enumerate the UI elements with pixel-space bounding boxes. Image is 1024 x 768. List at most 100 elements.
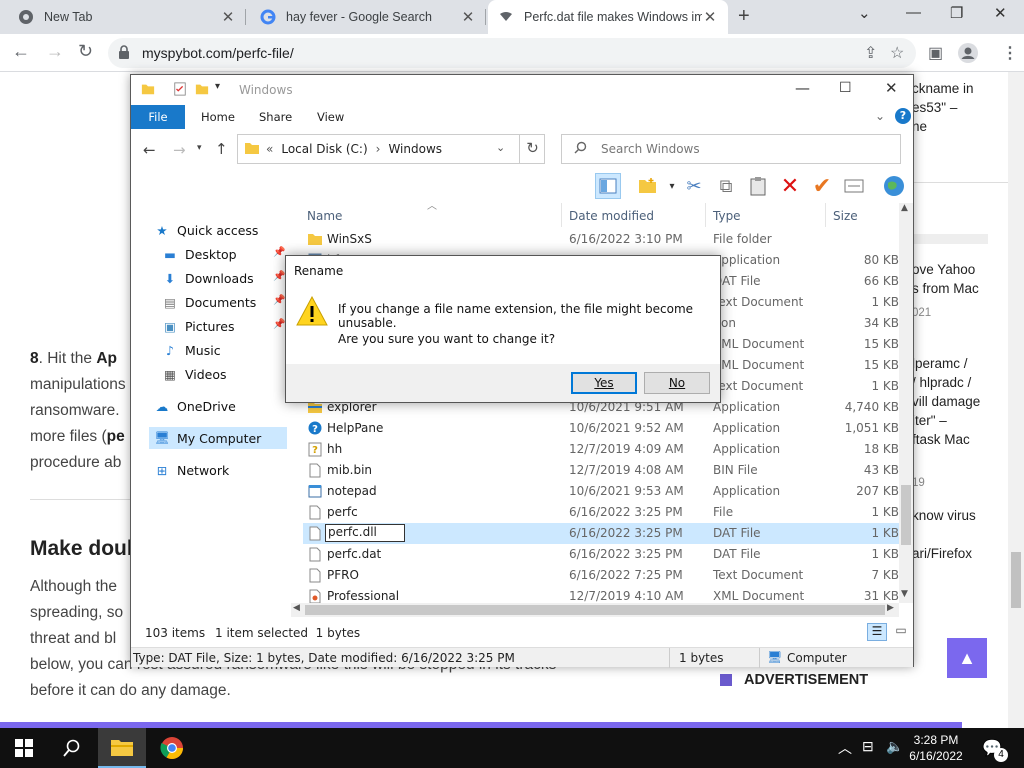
back-icon[interactable]: ←: [12, 41, 30, 62]
side-panel-icon[interactable]: ▣: [928, 43, 943, 63]
network-icon[interactable]: ⊟: [862, 738, 874, 755]
column-divider[interactable]: [561, 203, 562, 227]
sidebar-link[interactable]: es53" –: [912, 98, 957, 117]
search-input[interactable]: Search Windows: [561, 134, 901, 164]
nav-my-computer[interactable]: 🖥 My Computer: [149, 427, 287, 449]
chevron-up-icon[interactable]: ︿: [838, 738, 852, 758]
tab-google-search[interactable]: hay fever - Google Search ✕: [250, 0, 486, 34]
recent-locations-icon[interactable]: ▾: [197, 143, 202, 153]
file-row[interactable]: perfc.dat 6/16/2022 3:25 PM DAT File 1 KB: [303, 544, 899, 565]
pin-icon[interactable]: 📌: [273, 319, 285, 330]
maximize-icon[interactable]: ☐: [839, 80, 852, 96]
yes-button[interactable]: Yes: [571, 372, 637, 394]
file-row[interactable]: perfc 6/16/2022 3:25 PM File 1 KB: [303, 502, 899, 523]
file-row[interactable]: ? HelpPane 10/6/2021 9:52 AM Application 1,0…: [303, 418, 899, 439]
file-row[interactable]: ? hh 12/7/2019 4:09 AM Application 18 KB: [303, 439, 899, 460]
search-icon[interactable]: [48, 728, 96, 768]
rename-icon[interactable]: ✔: [809, 173, 835, 199]
file-row[interactable]: mib.bin 12/7/2019 4:08 AM BIN File 43 KB: [303, 460, 899, 481]
profile-avatar-icon[interactable]: [958, 43, 978, 68]
scrollbar-thumb[interactable]: [1011, 552, 1021, 608]
column-header-type[interactable]: Type: [713, 205, 741, 227]
up-icon[interactable]: ↑: [215, 140, 228, 158]
new-folder-icon[interactable]: [635, 173, 661, 199]
paste-icon[interactable]: [745, 173, 771, 199]
column-header-size[interactable]: Size: [833, 205, 858, 227]
scrollbar-thumb[interactable]: [901, 485, 911, 545]
address-bar[interactable]: myspybot.com/perfc-file/: [108, 38, 916, 68]
sidebar-link[interactable]: / hlpradc /: [912, 373, 971, 392]
horizontal-scrollbar[interactable]: ◀ ▶: [291, 603, 899, 617]
bookmark-star-icon[interactable]: ☆: [890, 43, 904, 63]
breadcrumb-separator-icon[interactable]: ›: [376, 142, 381, 156]
chevron-down-icon[interactable]: ⌄: [875, 109, 885, 123]
column-divider[interactable]: [705, 203, 706, 227]
refresh-icon[interactable]: ↻: [519, 134, 545, 164]
file-row[interactable]: PFRO 6/16/2022 7:25 PM Text Document 7 KB: [303, 565, 899, 586]
sidebar-link[interactable]: iter" –: [912, 411, 947, 430]
close-window-icon[interactable]: ✕: [994, 4, 1007, 22]
system-clock[interactable]: 3:28 PM 6/16/2022: [904, 732, 968, 764]
tab-file[interactable]: File: [131, 105, 185, 129]
nav-documents[interactable]: ▤ Documents: [161, 291, 256, 313]
tab-perfc-article[interactable]: Perfc.dat file makes Windows im ✕: [488, 0, 728, 34]
tab-share[interactable]: Share: [259, 105, 292, 129]
rename-input[interactable]: perfc.dll: [325, 524, 405, 542]
chevron-down-icon[interactable]: ⌄: [496, 141, 505, 154]
pin-icon[interactable]: 📌: [273, 271, 285, 282]
share-icon[interactable]: ⇪: [864, 43, 877, 63]
preview-pane-icon[interactable]: [595, 173, 621, 199]
new-tab-button[interactable]: +: [738, 5, 750, 28]
no-button[interactable]: No: [644, 372, 710, 394]
column-divider[interactable]: [825, 203, 826, 227]
reload-icon[interactable]: ↻: [78, 41, 93, 62]
scroll-left-icon[interactable]: ◀: [293, 603, 300, 613]
sidebar-link[interactable]: ari/Firefox: [912, 544, 972, 563]
kebab-menu-icon[interactable]: ⋮: [1002, 43, 1018, 63]
nav-pictures[interactable]: ▣ Pictures: [161, 315, 234, 337]
scrollbar-thumb[interactable]: [305, 605, 885, 615]
sidebar-link[interactable]: vill damage: [912, 392, 980, 411]
file-explorer-icon[interactable]: [98, 728, 146, 768]
chrome-icon[interactable]: [148, 728, 196, 768]
close-icon[interactable]: ✕: [460, 8, 476, 26]
delete-icon[interactable]: ✕: [777, 173, 803, 199]
tab-home[interactable]: Home: [201, 105, 235, 129]
sidebar-link[interactable]: ftask Mac: [912, 430, 970, 449]
forward-icon[interactable]: →: [46, 41, 64, 62]
nav-quick-access[interactable]: ★ Quick access: [153, 219, 258, 241]
sidebar-link[interactable]: ove Yahoo: [912, 260, 975, 279]
help-icon[interactable]: ?: [895, 108, 911, 124]
pin-icon[interactable]: 📌: [273, 295, 285, 306]
nav-onedrive[interactable]: ☁ OneDrive: [153, 395, 236, 417]
cut-icon[interactable]: ✂: [681, 173, 707, 199]
sidebar-link[interactable]: lperamc /: [912, 354, 968, 373]
tab-view[interactable]: View: [317, 105, 344, 129]
nav-network[interactable]: ⊞ Network: [153, 459, 229, 481]
windows-start-icon[interactable]: [0, 728, 48, 768]
restore-icon[interactable]: ❐: [950, 4, 963, 22]
sidebar-link[interactable]: know virus: [912, 506, 976, 525]
large-icons-view-icon[interactable]: ▭: [891, 623, 911, 641]
back-icon[interactable]: ←: [143, 141, 156, 159]
overflow-chevron-icon[interactable]: «: [266, 142, 273, 156]
pin-icon[interactable]: 📌: [273, 247, 285, 258]
file-row[interactable]: notepad 10/6/2021 9:53 AM Application 207 K…: [303, 481, 899, 502]
address-bar[interactable]: « Local Disk (C:) › Windows ⌄: [237, 134, 545, 164]
file-row[interactable]: perfc.dll 6/16/2022 3:25 PM DAT File 1 KB: [303, 523, 899, 544]
scroll-up-icon[interactable]: ▲: [901, 203, 908, 213]
details-view-icon[interactable]: ☰: [867, 623, 887, 641]
chevron-down-icon[interactable]: ⌄: [858, 4, 871, 22]
customize-dropdown-icon[interactable]: ▾: [215, 81, 220, 92]
copy-icon[interactable]: ⧉: [713, 173, 739, 199]
close-icon[interactable]: ✕: [702, 8, 718, 26]
nav-downloads[interactable]: ⬇ Downloads: [161, 267, 254, 289]
forward-icon[interactable]: →: [173, 141, 186, 159]
sidebar-link[interactable]: ckname in: [912, 79, 974, 98]
volume-icon[interactable]: 🔈: [886, 738, 903, 755]
scroll-right-icon[interactable]: ▶: [887, 603, 894, 613]
breadcrumb-folder[interactable]: Windows: [388, 142, 442, 156]
nav-videos[interactable]: ▦ Videos: [161, 363, 226, 385]
close-icon[interactable]: ✕: [220, 8, 236, 26]
scroll-to-top-button[interactable]: ▲: [947, 638, 987, 678]
